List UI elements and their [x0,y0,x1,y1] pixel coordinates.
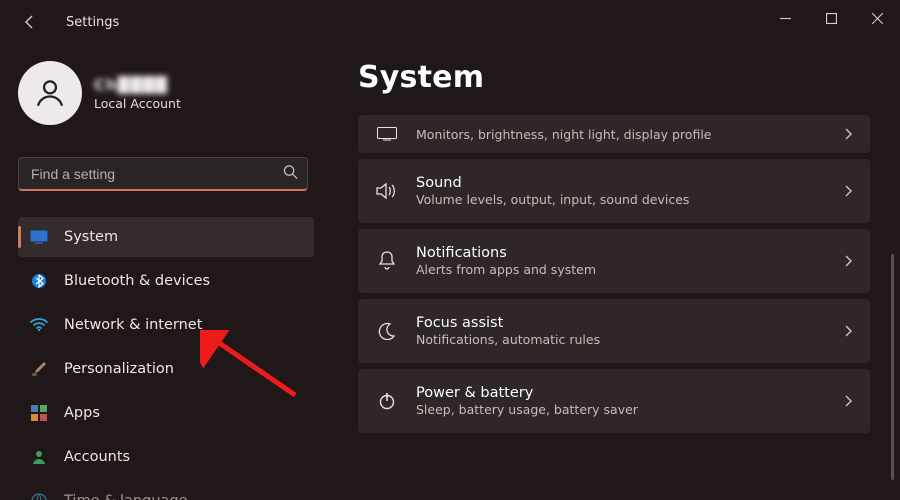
bell-icon [376,251,398,271]
sidebar-item-label: Accounts [64,449,130,465]
brush-icon [30,361,48,377]
page-title: System [358,60,870,95]
card-title: Power & battery [416,385,826,401]
power-icon [376,392,398,410]
profile-subtitle: Local Account [94,96,181,111]
card-subtitle: Sleep, battery usage, battery saver [416,402,826,417]
sidebar-item-label: System [64,229,118,245]
sidebar-item-label: Time & language [64,493,188,500]
card-title: Sound [416,175,826,191]
bluetooth-icon [30,273,48,289]
chevron-right-icon [844,392,852,411]
sidebar-item-label: Bluetooth & devices [64,273,210,289]
card-subtitle: Volume levels, output, input, sound devi… [416,192,826,207]
card-subtitle: Monitors, brightness, night light, displ… [416,127,826,142]
sound-icon [376,182,398,200]
sidebar-item-accounts[interactable]: Accounts [18,437,314,477]
maximize-button[interactable] [808,0,854,36]
sidebar-item-personalization[interactable]: Personalization [18,349,314,389]
card-title: Focus assist [416,315,826,331]
globe-icon [30,493,48,500]
app-title: Settings [66,15,119,30]
card-notifications[interactable]: Notifications Alerts from apps and syste… [358,229,870,293]
card-subtitle: Notifications, automatic rules [416,332,826,347]
card-display[interactable]: Monitors, brightness, night light, displ… [358,115,870,153]
scrollbar[interactable] [891,254,894,480]
search-input[interactable] [18,157,308,191]
sidebar-item-system[interactable]: System [18,217,314,257]
display-icon [376,127,398,141]
chevron-right-icon [844,182,852,201]
sidebar-item-network[interactable]: Network & internet [18,305,314,345]
minimize-button[interactable] [762,0,808,36]
card-sound[interactable]: Sound Volume levels, output, input, soun… [358,159,870,223]
card-power-battery[interactable]: Power & battery Sleep, battery usage, ba… [358,369,870,433]
profile[interactable]: Ch████ Local Account [18,61,314,125]
sidebar-item-label: Personalization [64,361,174,377]
sidebar-item-time-language[interactable]: Time & language [18,481,314,500]
card-subtitle: Alerts from apps and system [416,262,826,277]
accounts-icon [30,449,48,465]
card-title: Notifications [416,245,826,261]
moon-icon [376,322,398,340]
back-button[interactable] [22,14,38,30]
chevron-right-icon [844,252,852,271]
sidebar-item-label: Apps [64,405,100,421]
chevron-right-icon [844,125,852,144]
sidebar-item-bluetooth[interactable]: Bluetooth & devices [18,261,314,301]
profile-name: Ch████ [94,76,181,94]
close-button[interactable] [854,0,900,36]
avatar [18,61,82,125]
chevron-right-icon [844,322,852,341]
search-icon [283,165,298,184]
wifi-icon [30,318,48,332]
sidebar-item-apps[interactable]: Apps [18,393,314,433]
apps-icon [30,405,48,421]
card-focus-assist[interactable]: Focus assist Notifications, automatic ru… [358,299,870,363]
sidebar-item-label: Network & internet [64,317,202,333]
monitor-icon [30,230,48,244]
